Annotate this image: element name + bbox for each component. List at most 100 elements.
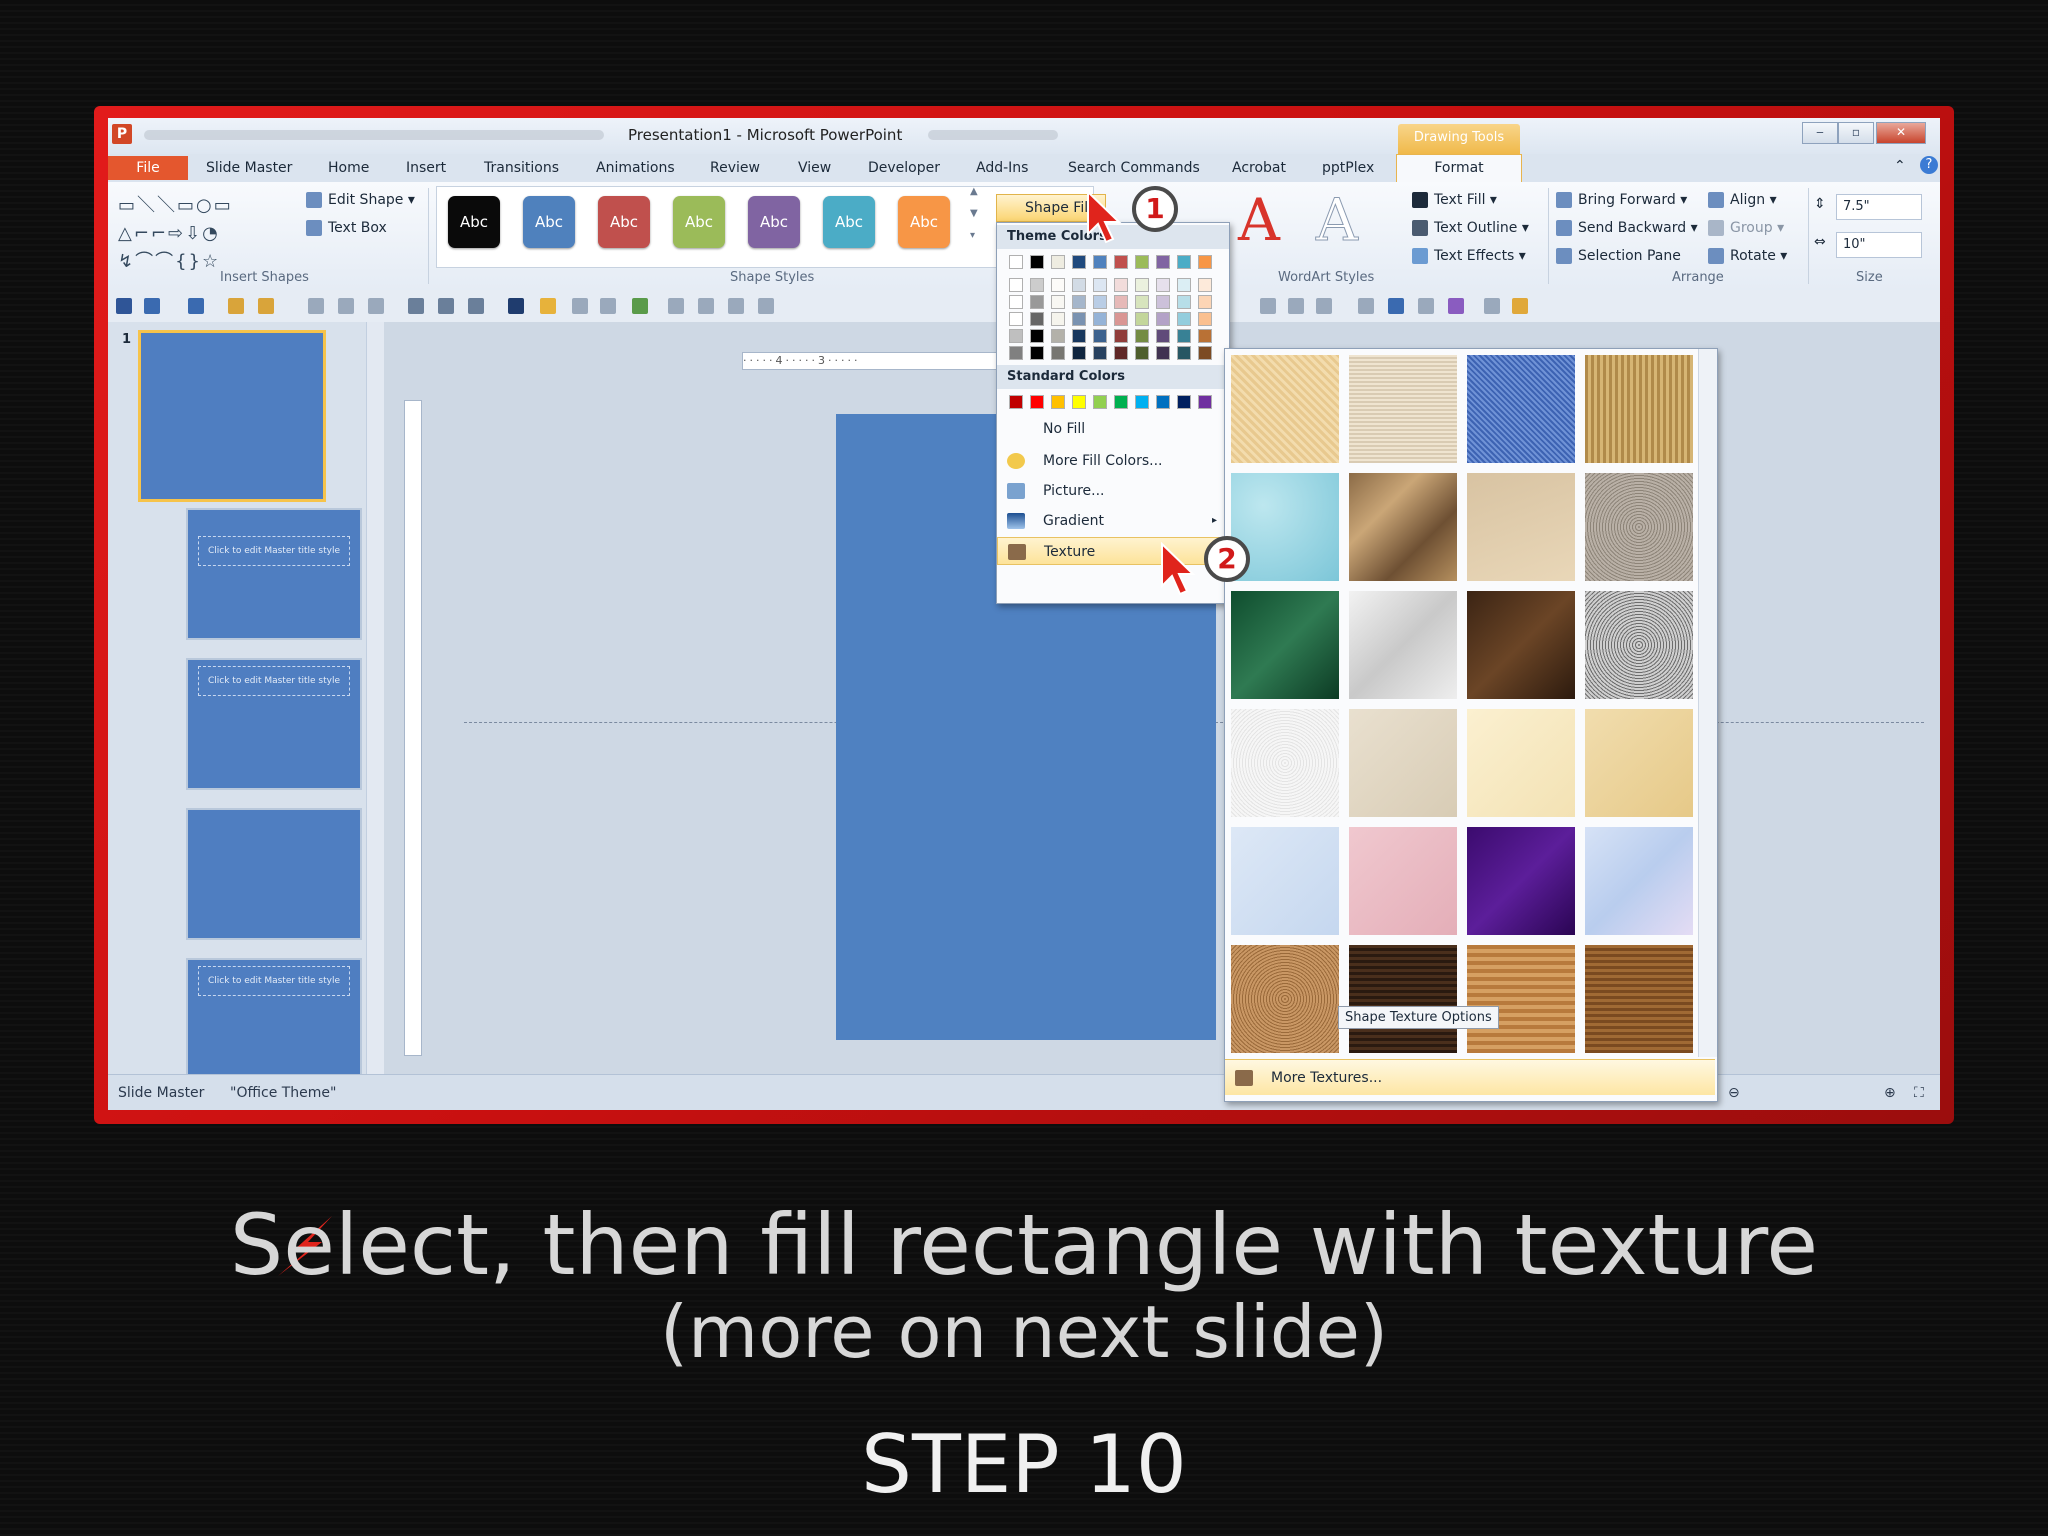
theme-color-swatch[interactable] [1156,295,1170,309]
theme-color-swatch[interactable] [1051,312,1065,326]
standard-color-swatch[interactable] [1093,395,1107,409]
save-icon[interactable] [116,298,132,314]
theme-color-swatch[interactable] [1030,329,1044,343]
theme-color-swatch[interactable] [1114,278,1128,292]
theme-color-swatch[interactable] [1156,329,1170,343]
highlight-icon[interactable] [540,298,556,314]
theme-color-swatch[interactable] [1030,312,1044,326]
shape-height-field[interactable]: 7.5" [1836,194,1922,220]
layout-thumbnail[interactable]: Click to edit Master title style [186,658,362,790]
tab-transitions[interactable]: Transitions [484,160,559,176]
no-fill-item[interactable]: No Fill [997,415,1227,443]
theme-color-swatch[interactable] [1093,278,1107,292]
theme-color-swatch[interactable] [1051,255,1065,269]
text-outline-button[interactable]: Text Outline ▾ [1412,220,1529,236]
theme-color-swatch[interactable] [1177,329,1191,343]
theme-color-swatch[interactable] [1030,295,1044,309]
texture-swatch[interactable] [1585,709,1693,817]
shapes-gallery[interactable]: ▭＼＼▭○▭ △⌐⌐⇨⇩◔ ↯⌒⌒{}☆ [118,192,288,276]
theme-color-swatch[interactable] [1198,346,1212,360]
theme-color-swatch[interactable] [1072,278,1086,292]
texture-swatch[interactable] [1231,709,1339,817]
edit-shape-button[interactable]: Edit Shape ▾ [306,192,415,208]
theme-color-swatch[interactable] [1114,295,1128,309]
shape-style-orange[interactable]: Abc [898,196,950,248]
gradient-item[interactable]: Gradient ▸ [997,507,1227,535]
theme-color-swatch[interactable] [1072,255,1086,269]
texture-swatch[interactable] [1467,355,1575,463]
help-icon[interactable]: ? [1920,156,1938,174]
theme-color-swatch[interactable] [1009,312,1023,326]
align-button[interactable]: Align ▾ [1708,192,1777,208]
texture-swatch[interactable] [1467,709,1575,817]
theme-color-swatch[interactable] [1198,255,1212,269]
standard-color-swatch[interactable] [1051,395,1065,409]
checkbox-icon[interactable] [600,298,616,314]
theme-color-swatch[interactable] [1051,329,1065,343]
slide-master-thumbnail[interactable] [138,330,326,502]
shape-width-field[interactable]: 10" [1836,232,1922,258]
toolbar-icon[interactable] [1260,298,1276,314]
picture-item[interactable]: Picture... [997,477,1227,505]
theme-color-swatch[interactable] [1135,295,1149,309]
standard-color-swatch[interactable] [1114,395,1128,409]
gallery-scroll-arrows[interactable]: ▲ ▼ ▾ [970,186,978,241]
standard-color-swatch[interactable] [1009,395,1023,409]
theme-color-swatch[interactable] [1156,255,1170,269]
texture-swatch[interactable] [1467,591,1575,699]
theme-color-swatch[interactable] [1135,312,1149,326]
texture-swatch[interactable] [1349,473,1457,581]
theme-color-swatch[interactable] [1114,255,1128,269]
theme-color-swatch[interactable] [1009,255,1023,269]
texture-swatch[interactable] [1231,827,1339,935]
fit-to-window-icon[interactable]: ⛶ [1914,1085,1924,1101]
more-fill-colors-item[interactable]: More Fill Colors... [997,447,1227,475]
theme-color-swatch[interactable] [1135,278,1149,292]
texture-swatch[interactable] [1585,945,1693,1053]
texture-swatch[interactable] [1349,355,1457,463]
toolbar-icon[interactable] [758,298,774,314]
powerpoint-app-icon[interactable]: P [112,124,132,144]
theme-color-swatch[interactable] [1093,312,1107,326]
tab-review[interactable]: Review [710,160,760,176]
zoom-out-icon[interactable]: ⊖ [1728,1085,1740,1101]
toolbar-icon[interactable] [368,298,384,314]
layout-thumbnail[interactable] [186,808,362,940]
tab-view[interactable]: View [798,160,831,176]
theme-color-swatch[interactable] [1135,329,1149,343]
theme-color-swatch[interactable] [1009,278,1023,292]
theme-color-swatch[interactable] [1135,255,1149,269]
toolbar-icon[interactable] [1448,298,1464,314]
tab-home[interactable]: Home [328,160,369,176]
theme-color-swatch[interactable] [1009,329,1023,343]
toolbar-icon[interactable] [632,298,648,314]
toolbar-icon[interactable] [1512,298,1528,314]
theme-color-swatch[interactable] [1093,329,1107,343]
tab-insert[interactable]: Insert [406,160,446,176]
toolbar-icon[interactable] [1484,298,1500,314]
texture-swatch[interactable] [1585,827,1693,935]
texture-swatch[interactable] [1585,591,1693,699]
shape-style-blue[interactable]: Abc [523,196,575,248]
zoom-in-icon[interactable]: ⊕ [1884,1085,1896,1101]
theme-color-swatch[interactable] [1156,278,1170,292]
theme-color-swatch[interactable] [1135,346,1149,360]
standard-color-swatch[interactable] [1030,395,1044,409]
undo-icon[interactable] [144,298,160,314]
bring-forward-button[interactable]: Bring Forward ▾ [1556,192,1687,208]
more-textures-item[interactable]: More Textures... [1225,1059,1715,1095]
texture-swatch[interactable] [1231,355,1339,463]
theme-color-swatch[interactable] [1009,295,1023,309]
texture-swatch[interactable] [1231,945,1339,1053]
theme-color-swatch[interactable] [1114,312,1128,326]
tab-format[interactable]: Format [1396,154,1522,183]
toolbar-icon[interactable] [1316,298,1332,314]
thumbnails-scrollbar[interactable] [366,322,385,1074]
theme-color-swatch[interactable] [1093,255,1107,269]
theme-color-swatch[interactable] [1198,312,1212,326]
toolbar-icon[interactable] [1388,298,1404,314]
texture-gallery-scrollbar[interactable] [1698,349,1717,1057]
maximize-button[interactable]: ▫ [1838,122,1874,144]
copy-icon[interactable] [228,298,244,314]
shape-style-red[interactable]: Abc [598,196,650,248]
